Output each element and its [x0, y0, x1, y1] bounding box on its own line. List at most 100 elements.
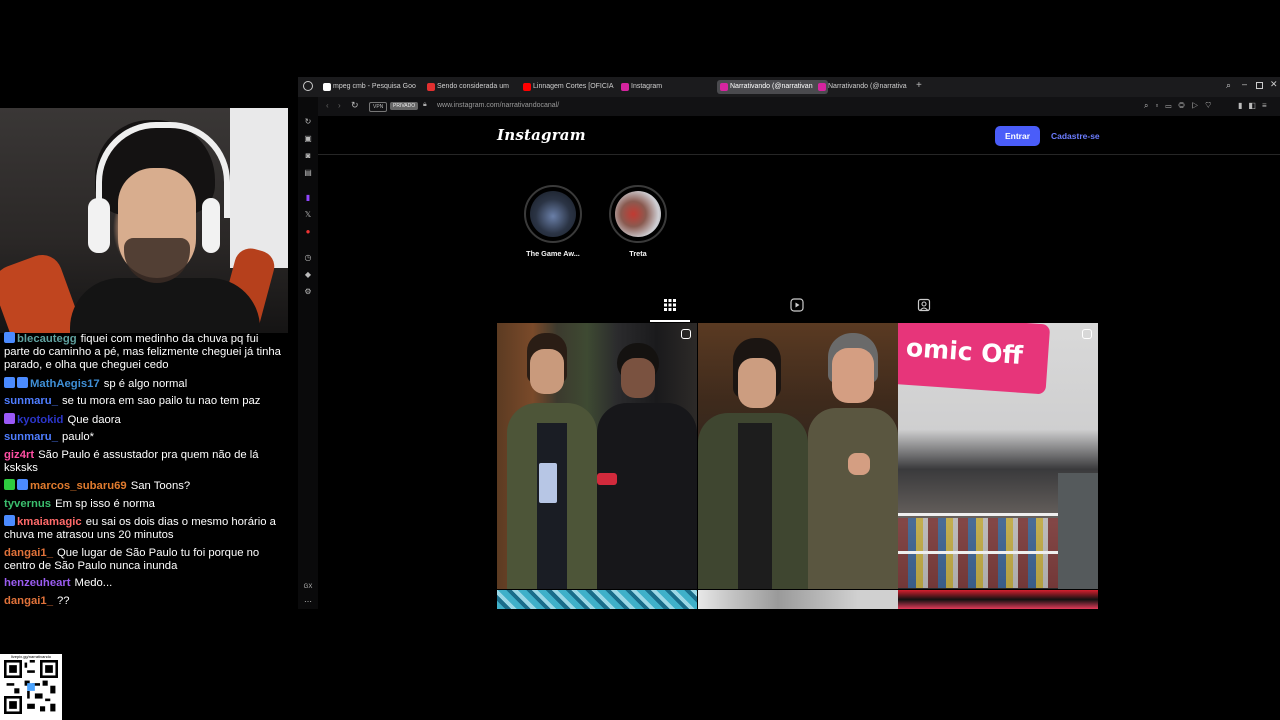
grid-posts-icon[interactable]	[663, 298, 677, 312]
login-button[interactable]: Entrar	[995, 126, 1040, 146]
back-icon[interactable]: ‹	[326, 101, 329, 110]
minimize-icon[interactable]: –	[1242, 79, 1247, 89]
chat-username[interactable]: giz4rt	[4, 449, 34, 461]
chat-username[interactable]: dangai1_	[4, 547, 53, 559]
new-tab-icon[interactable]: +	[916, 80, 922, 91]
chat-message: dangai1_ Que lugar de São Paulo tu foi po…	[4, 547, 284, 573]
chat-text: Em sp isso é norma	[55, 497, 155, 510]
youtube-icon[interactable]: ●	[303, 227, 313, 237]
post-5[interactable]	[698, 590, 898, 609]
opera-menu-icon[interactable]	[303, 81, 313, 91]
chat-message: dangai1_??	[4, 595, 284, 608]
wallet-icon[interactable]: ▣	[303, 134, 313, 144]
chat-message: henzeuheart Medo...	[4, 577, 284, 590]
chat-message: MathAegis17 sp é algo normal	[4, 376, 284, 391]
chat-message: sunmaru_ se tu mora em sao pailo tu nao t…	[4, 395, 284, 408]
browser-sidebar: ↻ ▣ ◙ ▤ ▮ 𝕏 ● ◷ ◆ ⚙ GX ⋯	[298, 97, 318, 609]
chat-username[interactable]: kmaiamagic	[17, 516, 82, 528]
snapshot-icon[interactable]: ▤	[303, 168, 313, 178]
reels-tab-icon[interactable]	[790, 298, 804, 312]
highlight-the-game-awards[interactable]: The Game Aw...	[518, 185, 588, 258]
lock-icon: 🔒︎	[423, 101, 427, 108]
chat-message: marcos_subaru69 San Toons?	[4, 479, 284, 493]
reload-icon[interactable]: ↻	[351, 100, 359, 111]
refresh-sidebar-icon[interactable]: ↻	[303, 117, 313, 127]
maximize-icon[interactable]	[1256, 82, 1263, 89]
browser-tab[interactable]: mpeg cmb - Pesquisa Goo	[320, 80, 429, 94]
tab-favicon-icon	[818, 83, 826, 91]
gx-icon[interactable]: GX	[303, 582, 313, 592]
chat-message: blecautegg fiquei com medinho da chuva pq…	[4, 332, 284, 372]
vpn-badge[interactable]: VPN	[369, 102, 388, 112]
tab-favicon-icon	[621, 83, 629, 91]
browser-tab[interactable]: Narrativando (@narrativan	[717, 80, 828, 94]
twitch-icon[interactable]: ▮	[303, 193, 313, 203]
address-bar: ‹ › ↻ VPN PRIVADO 🔒︎ www.instagram.com/n…	[318, 97, 1280, 116]
tab-favicon-icon	[427, 83, 435, 91]
x-icon[interactable]: 𝕏	[303, 210, 313, 220]
chat-username[interactable]: blecautegg	[17, 333, 77, 345]
chat-badge-icon	[4, 412, 15, 424]
tab-favicon-icon	[323, 83, 331, 91]
post-6[interactable]	[898, 590, 1098, 609]
more-icon[interactable]: ⋯	[303, 597, 313, 607]
chat-username[interactable]: sunmaru_	[4, 395, 58, 407]
browser-tab[interactable]: Linnagem Cortes [OFICIA	[520, 80, 623, 94]
music-icon[interactable]: ◙	[303, 151, 313, 161]
highlight-label: The Game Aw...	[526, 249, 580, 258]
qr-code: livepix.gg/narrativando	[0, 654, 62, 720]
chat-username[interactable]: tyvernus	[4, 498, 51, 510]
chat-message: sunmaru_ paulo*	[4, 431, 284, 444]
post-2[interactable]	[698, 323, 898, 589]
chat-badge-icon	[4, 515, 15, 526]
active-tab-indicator	[650, 320, 690, 322]
tab-favicon-icon	[523, 83, 531, 91]
url-text[interactable]: www.instagram.com/narrativandocanal/	[437, 102, 559, 109]
browser-tab[interactable]: Instagram	[618, 80, 721, 94]
reel-icon	[681, 329, 691, 339]
stream-chat: blecautegg fiquei com medinho da chuva pq…	[4, 332, 284, 612]
settings-icon[interactable]: ⚙	[303, 287, 313, 297]
browser-tab[interactable]: Sendo considerada um	[424, 80, 525, 94]
instagram-header: Instagram Entrar Cadastre-se	[318, 116, 1280, 155]
tab-label: Sendo considerada um	[437, 83, 509, 90]
tagged-tab-icon[interactable]	[917, 298, 931, 312]
reel-icon	[1082, 329, 1092, 339]
chat-badge-icon	[17, 376, 28, 388]
chat-text: São Paulo é assustador pra quem não de l…	[4, 448, 259, 474]
tab-label: Instagram	[631, 83, 663, 90]
chat-text: ??	[56, 594, 70, 607]
address-bar-actions[interactable]: ⌕▫▭◎▷♡	[1144, 101, 1218, 111]
chat-username[interactable]: dangai1_	[4, 595, 53, 607]
private-badge: PRIVADO	[390, 102, 419, 110]
qr-pattern	[4, 660, 58, 714]
webcam-feed	[0, 108, 288, 333]
chat-username[interactable]: marcos_subaru69	[30, 480, 127, 492]
history-icon[interactable]: ◷	[303, 253, 313, 263]
post-3[interactable]: omic Off	[898, 323, 1098, 589]
chat-message: kyotokid Que daora	[4, 412, 284, 427]
chat-text: sp é algo normal	[103, 377, 188, 390]
post-1[interactable]	[497, 323, 697, 589]
chat-username[interactable]: kyotokid	[17, 414, 63, 426]
tab-label: mpeg cmb - Pesquisa Goo	[333, 83, 416, 90]
chat-username[interactable]: MathAegis17	[30, 378, 100, 390]
chat-text: Medo...	[74, 577, 113, 589]
chat-badge-icon	[17, 479, 28, 490]
close-window-icon[interactable]: ✕	[1270, 79, 1278, 90]
chat-username[interactable]: henzeuheart	[4, 577, 71, 589]
extensions-icon[interactable]: ◆	[303, 270, 313, 280]
highlight-treta[interactable]: Treta	[603, 185, 673, 258]
chat-badge-icon	[4, 479, 15, 490]
chat-badge-icon	[4, 376, 15, 388]
search-tabs-icon[interactable]: ⌕	[1226, 80, 1231, 91]
signup-link[interactable]: Cadastre-se	[1051, 126, 1100, 146]
tab-label: Linnagem Cortes [OFICIA	[533, 83, 614, 90]
post-4[interactable]	[497, 590, 697, 609]
instagram-page: Instagram Entrar Cadastre-se The Game Aw…	[318, 116, 1280, 609]
instagram-logo[interactable]: Instagram	[497, 126, 586, 144]
chat-username[interactable]: sunmaru_	[4, 431, 58, 443]
toolbar-extensions[interactable]: ▮◧≡	[1238, 101, 1273, 110]
browser-tab[interactable]: Narrativando (@narrativa	[815, 80, 924, 94]
forward-icon[interactable]: ›	[338, 101, 341, 110]
